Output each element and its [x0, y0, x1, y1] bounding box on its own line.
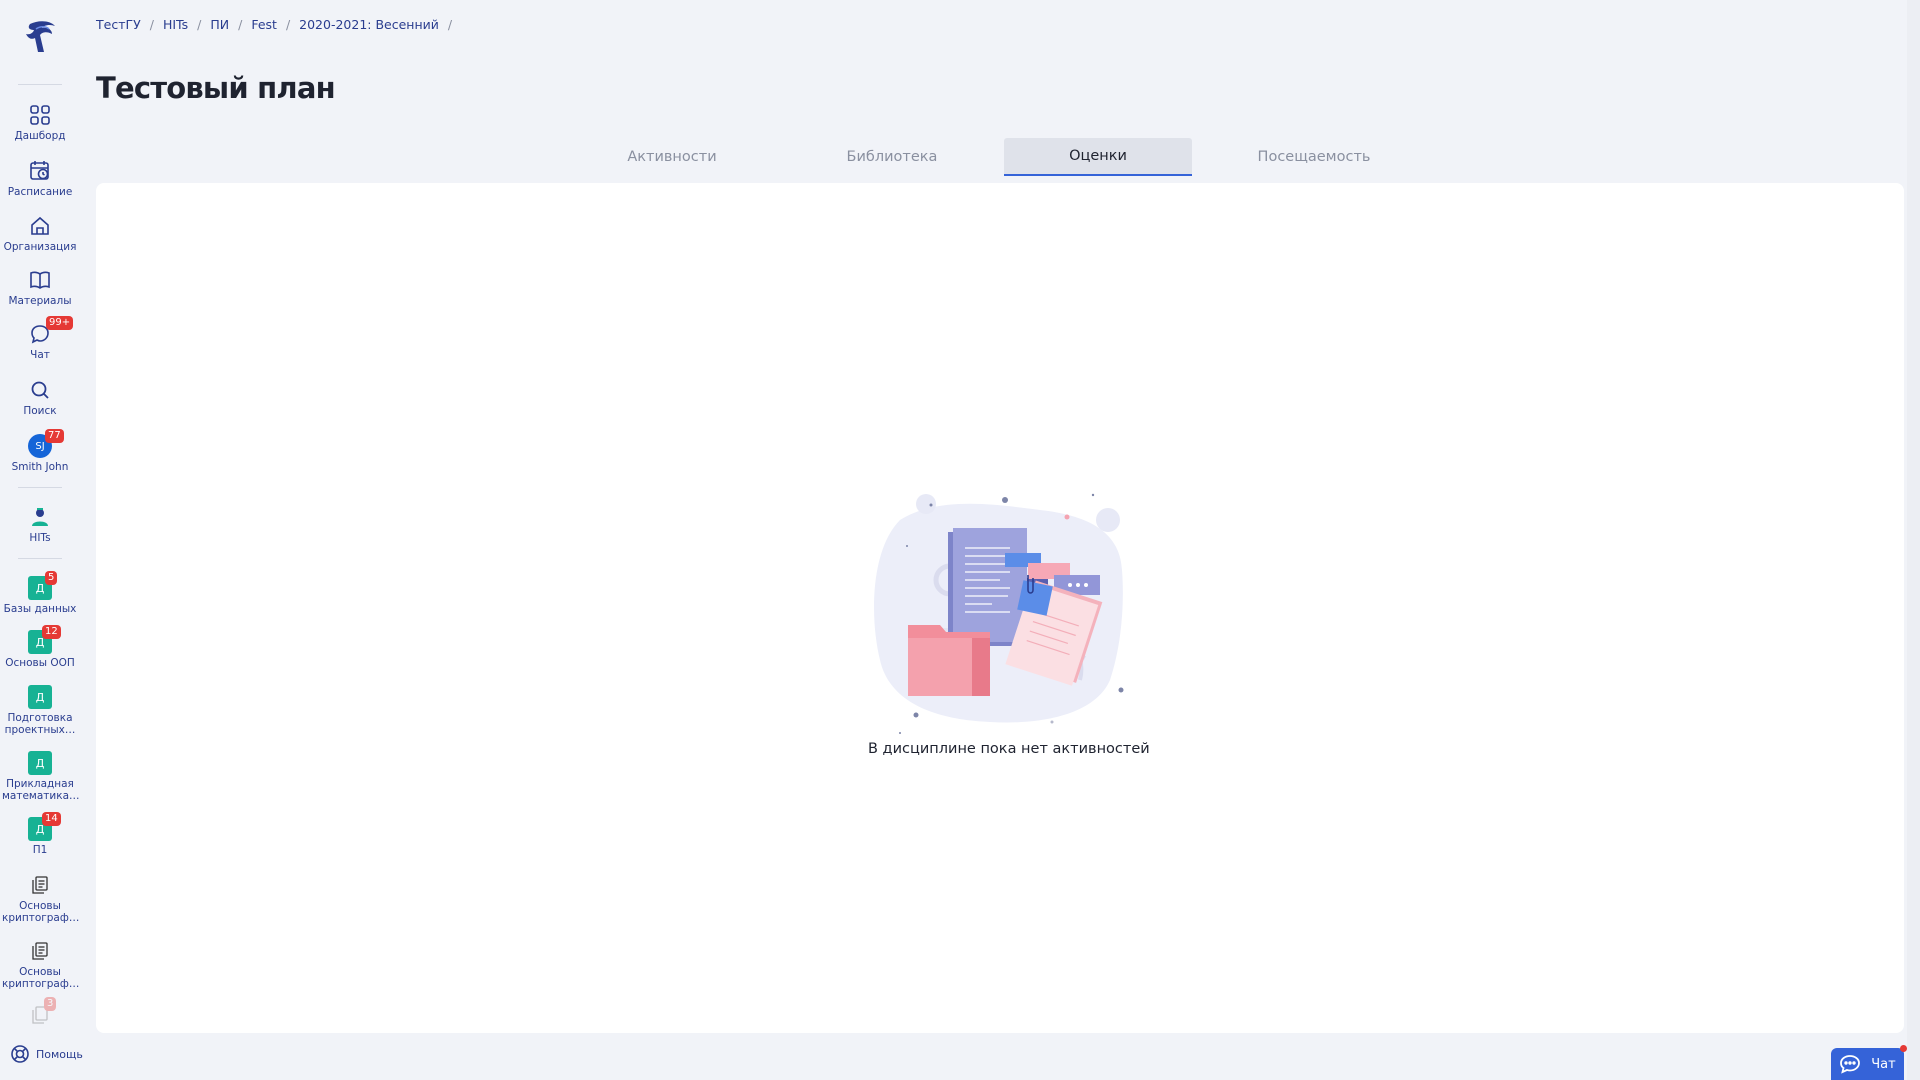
sidebar-item-dashboard[interactable]: Дашборд: [0, 103, 80, 142]
sidebar-item-course[interactable]: Д Подготовка проектных…: [0, 685, 80, 736]
sidebar-item-label: Подготовка проектных…: [4, 712, 76, 736]
sidebar-item-label: HITs: [29, 532, 51, 544]
sidebar-item-course[interactable]: Д 14 П1: [0, 812, 80, 856]
sidebar: Дашборд Расписание Организация Материалы…: [0, 0, 83, 1080]
course-badge: 5: [45, 571, 58, 585]
chat-button-label: Чат: [1871, 1056, 1896, 1072]
org-avatar-icon: [28, 505, 52, 529]
sidebar-item-label: Основы криптограф…: [2, 966, 80, 990]
page-title: Тестовый план: [96, 71, 336, 105]
sidebar-item-doc[interactable]: Основы криптограф…: [0, 873, 80, 924]
dashboard-icon: [28, 103, 52, 127]
sidebar-item-label: Поиск: [23, 405, 57, 417]
sidebar-divider: [18, 558, 62, 559]
tab-bar: Активности Библиотека Оценки Посещаемост…: [96, 138, 1904, 176]
sidebar-item-label: Основы ООП: [5, 657, 75, 669]
course-badge: 12: [42, 625, 61, 639]
sidebar-item-label: Дашборд: [14, 130, 66, 142]
logo-icon[interactable]: [22, 18, 58, 58]
sidebar-divider: [18, 487, 62, 488]
sidebar-item-label: Основы криптограф…: [2, 900, 80, 924]
sidebar-item-profile[interactable]: SJ 77 Smith John: [0, 429, 80, 473]
sidebar-item-course[interactable]: Д 5 Базы данных: [0, 571, 80, 615]
sidebar-item-materials[interactable]: Материалы: [0, 268, 80, 307]
documents-icon: [28, 873, 52, 897]
sidebar-item-organization[interactable]: Организация: [0, 214, 80, 253]
sidebar-item-label: Организация: [3, 241, 77, 253]
tab-activities[interactable]: Активности: [582, 138, 762, 176]
documents-icon: 3: [28, 997, 57, 1027]
sidebar-item-label: Расписание: [7, 186, 73, 198]
breadcrumb-item[interactable]: HITs: [163, 17, 188, 32]
sidebar-item-search[interactable]: Поиск: [0, 378, 80, 417]
breadcrumb-item[interactable]: ТестГУ: [96, 17, 141, 32]
chat-badge: 99+: [46, 316, 74, 330]
sidebar-item-label: Материалы: [8, 295, 72, 307]
help-link[interactable]: Помощь: [10, 1044, 83, 1064]
tab-attendance[interactable]: Посещаемость: [1224, 138, 1404, 176]
sidebar-item-org-hits[interactable]: HITs: [0, 505, 80, 544]
breadcrumb-item[interactable]: ПИ: [210, 17, 229, 32]
empty-state-text: В дисциплине пока нет активностей: [868, 741, 1150, 757]
sidebar-item-doc[interactable]: Основы криптограф…: [0, 939, 80, 990]
documents-icon: [28, 939, 52, 963]
profile-badge: 77: [45, 429, 64, 443]
schedule-icon: [28, 159, 52, 183]
tab-grades[interactable]: Оценки: [1004, 138, 1192, 176]
course-icon: Д: [28, 751, 52, 775]
scrollbar[interactable]: [1907, 0, 1920, 1080]
course-icon: Д: [28, 685, 52, 709]
course-badge: 14: [42, 812, 61, 826]
sidebar-item-label: Smith John: [11, 461, 69, 473]
chat-button[interactable]: Чат: [1831, 1048, 1904, 1080]
lifebuoy-icon: [11, 1045, 29, 1063]
empty-state-illustration: [874, 493, 1124, 734]
help-label: Помощь: [36, 1047, 83, 1061]
sidebar-item-label: Базы данных: [3, 603, 77, 615]
sidebar-item-label: Чат: [30, 349, 50, 361]
sidebar-item-label: П1: [32, 844, 48, 856]
search-icon: [28, 378, 52, 402]
sidebar-item-course[interactable]: Д 12 Основы ООП: [0, 625, 80, 669]
organization-icon: [28, 214, 52, 238]
sidebar-item-schedule[interactable]: Расписание: [0, 159, 80, 198]
sidebar-item-faded[interactable]: 3: [0, 997, 80, 1027]
sidebar-item-course[interactable]: Д Прикладная математика…: [0, 751, 80, 802]
sidebar-item-chat[interactable]: 99+ Чат: [0, 316, 80, 361]
notification-dot: [1900, 1045, 1907, 1052]
sidebar-divider: [18, 84, 62, 85]
book-icon: [28, 268, 52, 292]
tab-library[interactable]: Библиотека: [802, 138, 982, 176]
breadcrumb-item[interactable]: 2020-2021: Весенний: [299, 17, 439, 32]
chat-icon: 99+: [28, 316, 74, 346]
breadcrumb: ТестГУ / HITs / ПИ / Fest/ 2020-2021: Весен…: [96, 17, 453, 32]
breadcrumb-item[interactable]: Fest: [251, 17, 277, 32]
faded-badge: 3: [44, 997, 57, 1011]
chat-bubble-icon: [1840, 1055, 1861, 1074]
sidebar-item-label: Прикладная математика…: [2, 778, 80, 802]
